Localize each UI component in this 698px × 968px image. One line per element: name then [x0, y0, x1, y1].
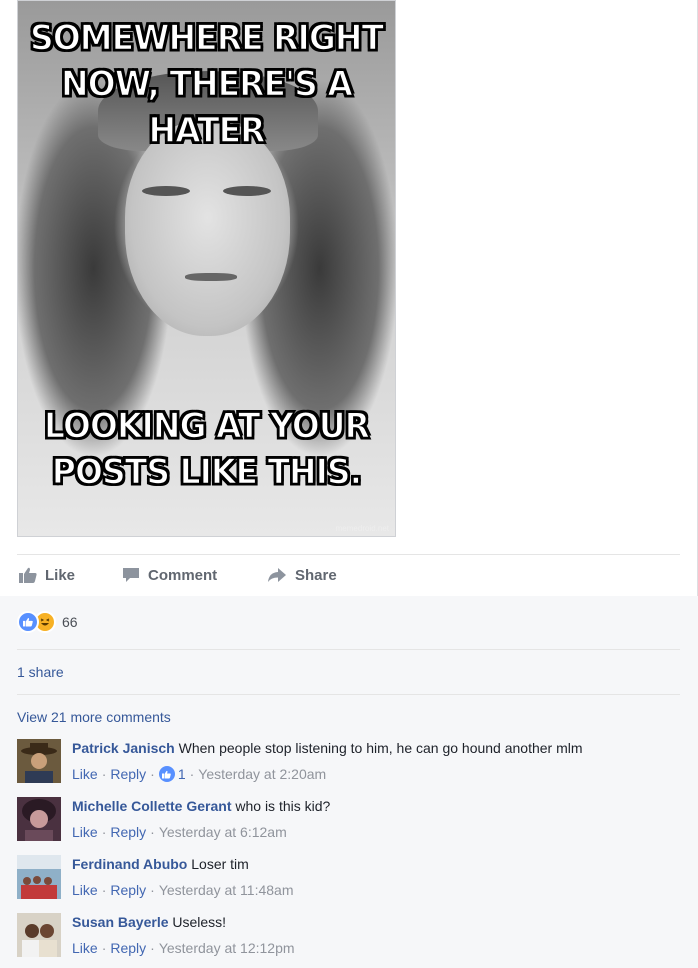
avatar[interactable]	[17, 797, 61, 841]
comment-author[interactable]: Ferdinand Abubo	[72, 856, 187, 872]
comment-author[interactable]: Michelle Collette Gerant	[72, 798, 231, 814]
post-actions-bar: Like Comment Share	[17, 555, 680, 595]
avatar[interactable]	[17, 739, 61, 783]
meme-top-caption: SOMEWHERE RIGHT NOW, THERE'S A HATER	[29, 16, 385, 151]
post-meme-image[interactable]: SOMEWHERE RIGHT NOW, THERE'S A HATER LOO…	[17, 0, 396, 537]
meme-watermark: memedroid.net	[335, 524, 389, 533]
comment-button[interactable]: Comment	[122, 567, 267, 584]
comment-icon	[123, 568, 139, 582]
comment-reply-link[interactable]: Reply	[110, 882, 146, 898]
comment-reply-link[interactable]: Reply	[110, 824, 146, 840]
comment-author[interactable]: Patrick Janisch	[72, 740, 175, 756]
meme-bottom-caption: LOOKING AT YOUR POSTS LIKE THIS.	[43, 404, 370, 493]
like-reaction-icon	[17, 611, 39, 633]
reactions-summary[interactable]: 66	[17, 611, 78, 633]
thumbs-up-icon	[19, 567, 37, 583]
comment-author[interactable]: Susan Bayerle	[72, 914, 169, 930]
comment-text: Useless!	[172, 914, 227, 930]
comment-like-badge-icon	[158, 766, 175, 782]
comment-reply-link[interactable]: Reply	[110, 766, 146, 782]
comment-label: Comment	[148, 566, 218, 584]
comment-timestamp[interactable]: Yesterday at 2:20am	[198, 766, 326, 782]
comment-timestamp[interactable]: Yesterday at 6:12am	[159, 824, 287, 840]
post-card: SOMEWHERE RIGHT NOW, THERE'S A HATER LOO…	[0, 0, 698, 596]
comment-text: who is this kid?	[235, 798, 331, 814]
like-label: Like	[45, 566, 76, 584]
comment-reply-link[interactable]: Reply	[110, 940, 146, 956]
comment-like-count[interactable]: 1	[178, 766, 186, 782]
comment-like-link[interactable]: Like	[72, 882, 98, 898]
meme-mouth	[185, 273, 237, 281]
share-arrow-icon	[268, 568, 286, 582]
avatar[interactable]	[17, 855, 61, 899]
shares-divider	[17, 694, 680, 695]
view-more-comments-link[interactable]: View 21 more comments	[17, 709, 171, 725]
avatar[interactable]	[17, 913, 61, 957]
comment-like-link[interactable]: Like	[72, 824, 98, 840]
meme-eye-left	[142, 186, 190, 196]
like-button[interactable]: Like	[19, 567, 122, 584]
comment-timestamp[interactable]: Yesterday at 11:48am	[159, 882, 294, 898]
comment-like-link[interactable]: Like	[72, 940, 98, 956]
comment-text: When people stop listening to him, he ca…	[178, 740, 583, 756]
comment-timestamp[interactable]: Yesterday at 12:12pm	[159, 940, 295, 956]
share-button[interactable]: Share	[267, 567, 337, 584]
meme-eye-right	[223, 186, 271, 196]
share-count-link[interactable]: 1 share	[17, 664, 64, 680]
reaction-count: 66	[62, 614, 78, 630]
comment-like-link[interactable]: Like	[72, 766, 98, 782]
share-label: Share	[295, 566, 337, 584]
comment-text: Loser tim	[191, 856, 249, 872]
reactions-divider	[17, 649, 680, 650]
